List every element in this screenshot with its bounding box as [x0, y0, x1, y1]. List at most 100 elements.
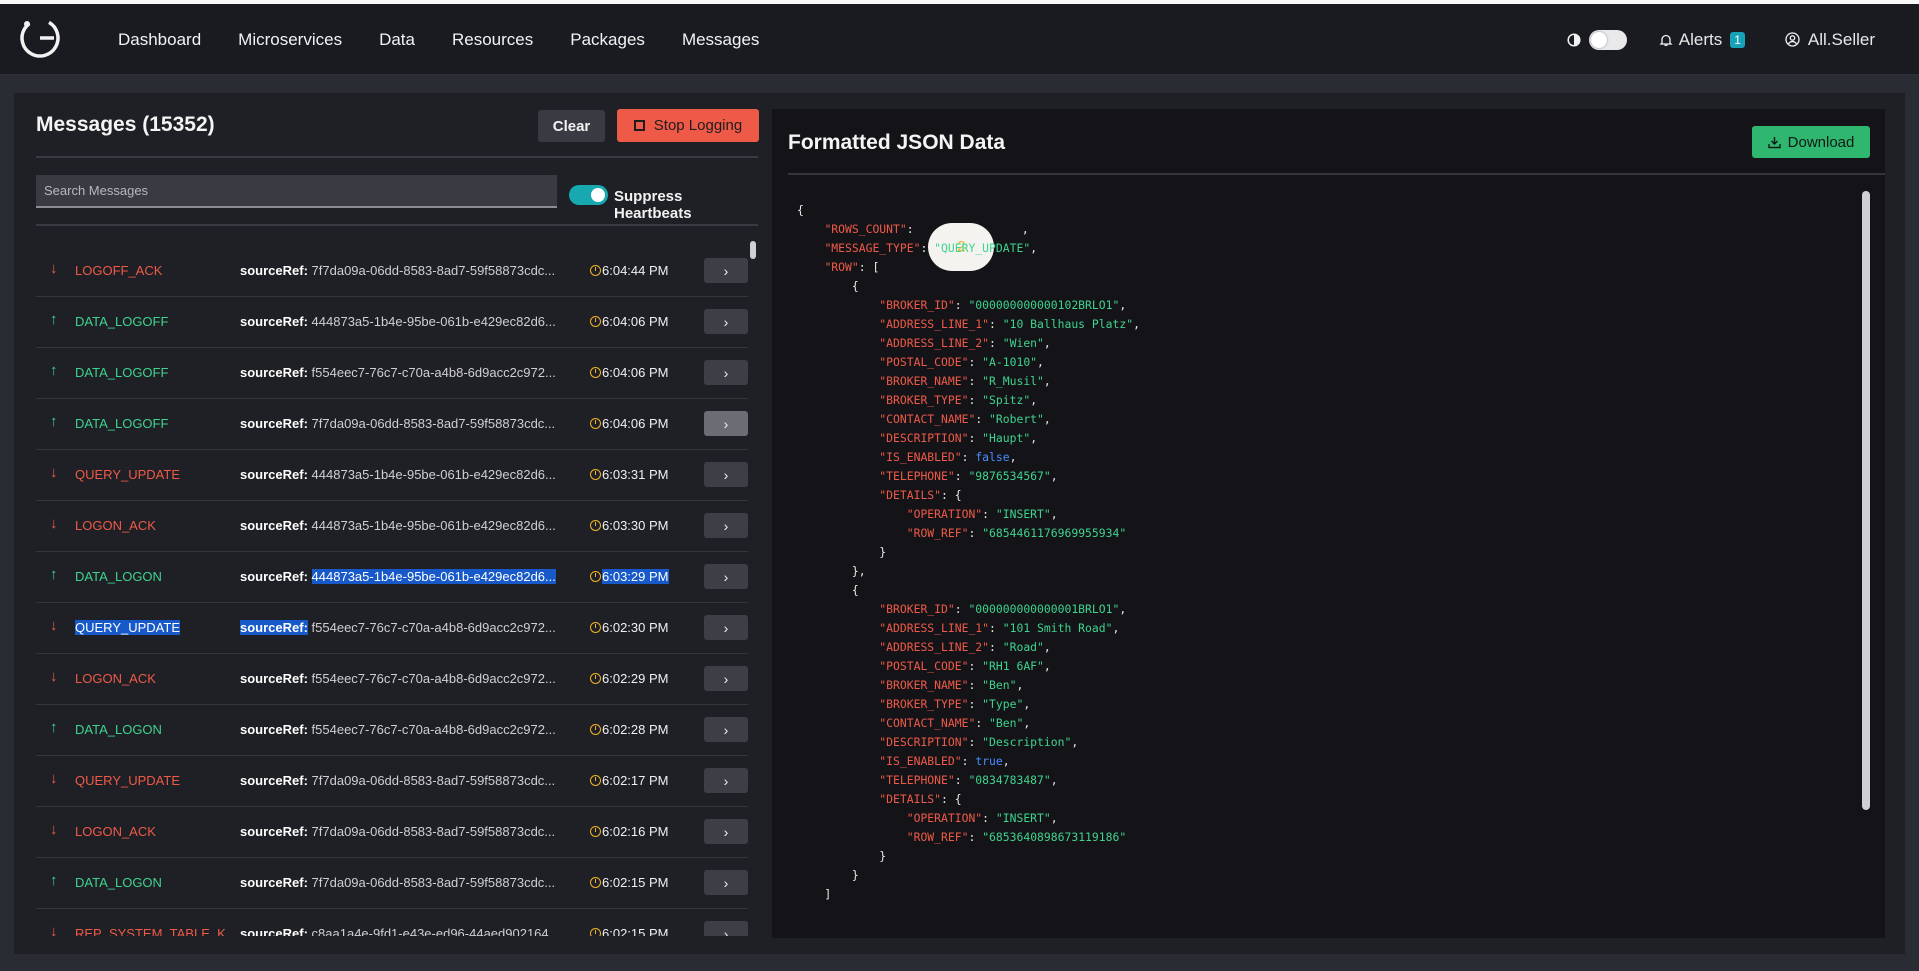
json-punct: , [1119, 298, 1127, 312]
stop-logging-button[interactable]: Stop Logging [617, 109, 759, 142]
view-message-button[interactable]: › [704, 462, 748, 487]
chevron-right-icon: › [723, 721, 729, 738]
message-time: 6:03:30 PM [590, 518, 669, 533]
json-punct [797, 792, 879, 806]
json-string: "Spitz" [982, 393, 1031, 407]
view-message-button[interactable]: › [704, 870, 748, 895]
arrow-up-icon: ↑ [50, 362, 58, 379]
nav-data[interactable]: Data [379, 30, 415, 50]
chevron-right-icon: › [723, 874, 729, 891]
json-punct: : [968, 393, 983, 407]
json-line: "BROKER_NAME": "R_Musil", [797, 372, 1877, 391]
json-line: "DETAILS": { [797, 486, 1877, 505]
json-punct [797, 355, 879, 369]
message-type: LOGON_ACK [75, 824, 156, 839]
chevron-right-icon: › [723, 772, 729, 789]
nav-packages[interactable]: Packages [570, 30, 645, 50]
message-row[interactable]: ↓ LOGOFF_ACK sourceRef: 7f7da09a-06dd-8583… [36, 246, 748, 297]
message-row[interactable]: ↓ QUERY_UPDATE sourceRef: 444873a5-1b4e-95… [36, 450, 748, 501]
search-messages-input[interactable] [36, 175, 557, 208]
message-row[interactable]: ↓ QUERY_UPDATE sourceRef: f554eec7-76c7-c7… [36, 603, 748, 654]
source-ref-value: f554eec7-76c7-c70a-a4b8-6d9acc2c972... [311, 620, 556, 635]
json-viewer: { "ROWS_COUNT": 2 , "MESSAGE_TYPE": "QUE… [797, 201, 1877, 931]
view-message-button[interactable]: › [704, 513, 748, 538]
view-message-button[interactable]: › [704, 309, 748, 334]
view-message-button[interactable]: › [704, 615, 748, 640]
suppress-heartbeats-toggle[interactable] [569, 185, 608, 205]
clear-button[interactable]: Clear [538, 110, 605, 142]
json-key: "TELEPHONE" [879, 469, 955, 483]
message-row[interactable]: ↑ DATA_LOGON sourceRef: 7f7da09a-06dd-8583… [36, 858, 748, 909]
view-message-button[interactable]: › [704, 666, 748, 691]
source-ref-label: sourceRef: [240, 518, 308, 533]
json-key: "TELEPHONE" [879, 773, 955, 787]
json-key: "IS_ENABLED" [879, 754, 962, 768]
source-ref-label: sourceRef: [240, 467, 308, 482]
stopwatch-icon [590, 520, 601, 531]
stopwatch-icon [590, 877, 601, 888]
view-message-button[interactable]: › [704, 768, 748, 793]
json-punct [797, 716, 879, 730]
message-time: 6:02:16 PM [590, 824, 669, 839]
view-message-button[interactable]: › [704, 564, 748, 589]
message-row[interactable]: ↑ DATA_LOGOFF sourceRef: 444873a5-1b4e-95b… [36, 297, 748, 348]
view-message-button[interactable]: › [704, 717, 748, 742]
view-message-button[interactable]: › [704, 360, 748, 385]
json-string: "000000000000001BRLO1" [968, 602, 1120, 616]
view-message-button[interactable]: › [704, 819, 748, 844]
source-ref: sourceRef: 444873a5-1b4e-95be-061b-e429e… [240, 569, 580, 584]
json-punct [797, 735, 879, 749]
json-punct: , [1043, 336, 1051, 350]
message-row[interactable]: ↓ LOGON_ACK sourceRef: 444873a5-1b4e-95be-… [36, 501, 748, 552]
json-punct [797, 621, 879, 635]
json-punct: , [1037, 355, 1044, 369]
chevron-right-icon: › [723, 517, 729, 534]
source-ref: sourceRef: 444873a5-1b4e-95be-061b-e429e… [240, 467, 580, 482]
messages-scrollbar[interactable] [750, 241, 756, 259]
message-row[interactable]: ↑ DATA_LOGOFF sourceRef: 7f7da09a-06dd-858… [36, 399, 748, 450]
json-punct [797, 298, 879, 312]
json-key: "CONTACT_NAME" [879, 716, 976, 730]
view-message-button[interactable]: › [704, 258, 748, 283]
json-punct [797, 678, 879, 692]
message-row[interactable]: ↑ DATA_LOGON sourceRef: f554eec7-76c7-c70a… [36, 705, 748, 756]
source-ref: sourceRef: 444873a5-1b4e-95be-061b-e429e… [240, 314, 580, 329]
json-key: "DESCRIPTION" [879, 431, 969, 445]
stop-square-icon [633, 120, 645, 131]
view-message-button[interactable]: › [704, 921, 748, 936]
message-row[interactable]: ↑ DATA_LOGOFF sourceRef: f554eec7-76c7-c70… [36, 348, 748, 399]
nav-dashboard[interactable]: Dashboard [118, 30, 201, 50]
view-message-button[interactable]: › [704, 411, 748, 436]
logo-icon[interactable] [18, 16, 62, 60]
json-scrollbar[interactable] [1862, 191, 1870, 810]
message-row[interactable]: ↓ REP_SYSTEM_TABLE_K... sourceRef: c8aa1a4… [36, 909, 748, 936]
source-ref-value: f554eec7-76c7-c70a-a4b8-6d9acc2c972... [311, 722, 556, 737]
message-type: DATA_LOGON [75, 569, 162, 584]
source-ref-value: c8aa1a4e-9fd1-e43e-ed96-44aed902164... [311, 926, 560, 936]
message-row[interactable]: ↓ QUERY_UPDATE sourceRef: 7f7da09a-06dd-85… [36, 756, 748, 807]
json-boolean: false [975, 450, 1010, 464]
message-time-value: 6:02:28 PM [602, 722, 669, 737]
alerts-button[interactable]: Alerts 1 [1659, 30, 1745, 50]
json-punct: { [797, 583, 859, 597]
json-line: "ADDRESS_LINE_1": "10 Ballhaus Platz", [797, 315, 1877, 334]
download-button[interactable]: Download [1752, 126, 1870, 158]
json-line: "CONTACT_NAME": "Ben", [797, 714, 1877, 733]
top-navbar: Dashboard Microservices Data Resources P… [0, 4, 1919, 75]
source-ref-value: 7f7da09a-06dd-8583-8ad7-59f58873cdc... [311, 824, 556, 839]
source-ref-label: sourceRef: [240, 314, 308, 329]
theme-toggle[interactable] [1588, 29, 1627, 50]
chevron-right-icon: › [723, 415, 729, 432]
message-row[interactable]: ↑ DATA_LOGON sourceRef: 444873a5-1b4e-95be… [36, 552, 748, 603]
user-menu[interactable]: All.Seller [1785, 30, 1875, 50]
json-line: } [797, 847, 1877, 866]
nav-microservices[interactable]: Microservices [238, 30, 342, 50]
message-row[interactable]: ↓ LOGON_ACK sourceRef: f554eec7-76c7-c70a-… [36, 654, 748, 705]
chevron-right-icon: › [723, 262, 729, 279]
message-row[interactable]: ↓ LOGON_ACK sourceRef: 7f7da09a-06dd-8583-… [36, 807, 748, 858]
json-punct: , [1023, 697, 1031, 711]
json-key: "BROKER_ID" [879, 602, 955, 616]
nav-resources[interactable]: Resources [452, 30, 533, 50]
nav-messages[interactable]: Messages [682, 30, 759, 50]
json-line: } [797, 866, 1877, 885]
